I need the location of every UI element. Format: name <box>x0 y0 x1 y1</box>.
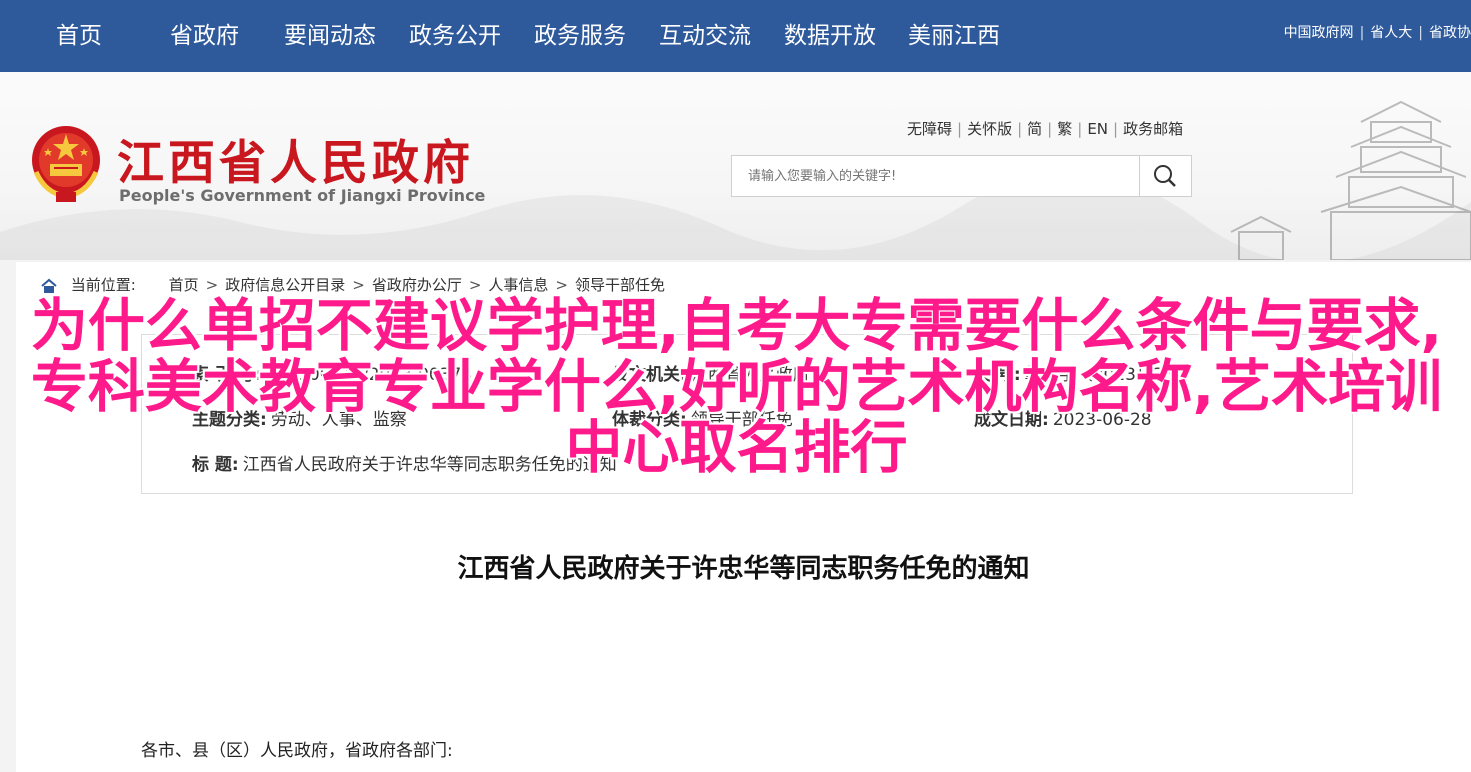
home-icon <box>41 278 57 293</box>
search-box <box>731 155 1192 197</box>
english-link[interactable]: EN <box>1087 120 1108 138</box>
site-header: 江西省人民政府 People's Government of Jiangxi P… <box>0 72 1471 260</box>
breadcrumb-item-info-catalog[interactable]: 政府信息公开目录 <box>225 276 345 294</box>
search-input[interactable] <box>732 156 1140 196</box>
breadcrumb-item-leader-appointment[interactable]: 领导干部任免 <box>575 276 665 294</box>
top-link-cppcc[interactable]: 省政协 <box>1429 25 1471 41</box>
breadcrumb-item-general-office[interactable]: 省政府办公厅 <box>372 276 462 294</box>
article-salutation: 各市、县（区）人民政府，省政府各部门: <box>141 741 453 761</box>
separator: | <box>1017 120 1023 138</box>
top-links: 中国政府网 | 省人大 | 省政协 <box>1284 22 1471 42</box>
top-link-npc[interactable]: 省人大 <box>1370 25 1412 41</box>
separator: | <box>1113 120 1119 138</box>
top-nav-bar: 首页 省政府 要闻动态 政务公开 政务服务 互动交流 数据开放 美丽江西 中国政… <box>0 0 1471 72</box>
breadcrumb-label: 当前位置: <box>70 276 136 294</box>
accessibility-link[interactable]: 无障碍 <box>907 120 952 138</box>
nav-item-government-services[interactable]: 政务服务 <box>534 18 626 54</box>
government-mailbox-link[interactable]: 政务邮箱 <box>1123 120 1183 138</box>
separator: | <box>1047 120 1053 138</box>
utility-links: 无障碍 | 关怀版 | 简 | 繁 | EN | 政务邮箱 <box>907 118 1183 139</box>
traditional-chinese-link[interactable]: 繁 <box>1057 120 1072 138</box>
breadcrumb: 当前位置: 首页 > 政府信息公开目录 > 省政府办公厅 > 人事信息 > 领导干部任免 <box>40 274 665 295</box>
site-subtitle: People's Government of Jiangxi Province <box>119 186 486 205</box>
separator: | <box>1418 25 1423 41</box>
national-emblem-icon <box>32 126 100 202</box>
nav-item-beautiful-jiangxi[interactable]: 美丽江西 <box>908 18 1000 54</box>
chevron-right-icon: > <box>468 276 482 294</box>
simplified-chinese-link[interactable]: 简 <box>1027 120 1042 138</box>
separator: | <box>957 120 963 138</box>
separator: | <box>1077 120 1083 138</box>
chevron-right-icon: > <box>555 276 568 294</box>
care-version-link[interactable]: 关怀版 <box>967 120 1012 138</box>
nav-item-provincial-government[interactable]: 省政府 <box>170 18 239 54</box>
nav-item-open-data[interactable]: 数据开放 <box>784 18 876 54</box>
pavilion-illustration <box>1230 100 1471 260</box>
search-icon <box>1154 165 1176 187</box>
chevron-right-icon: > <box>352 276 365 294</box>
overlay-headline: 为什么单招不建议学护理,自考大专需要什么条件与要求,专科美术教育专业学什么,好听… <box>30 293 1443 481</box>
nav-item-interaction[interactable]: 互动交流 <box>659 18 751 54</box>
separator: | <box>1359 25 1365 41</box>
breadcrumb-item-home[interactable]: 首页 <box>169 276 199 294</box>
nav-item-government-affairs-open[interactable]: 政务公开 <box>409 18 501 54</box>
top-link-china-gov[interactable]: 中国政府网 <box>1284 25 1354 41</box>
nav-item-home[interactable]: 首页 <box>56 18 102 54</box>
site-title: 江西省人民政府 <box>117 136 474 191</box>
article-title: 江西省人民政府关于许忠华等同志职务任免的通知 <box>457 554 1030 584</box>
chevron-right-icon: > <box>205 276 219 294</box>
breadcrumb-item-personnel-info[interactable]: 人事信息 <box>488 276 548 294</box>
search-button[interactable] <box>1139 156 1191 196</box>
nav-item-news[interactable]: 要闻动态 <box>284 18 376 54</box>
